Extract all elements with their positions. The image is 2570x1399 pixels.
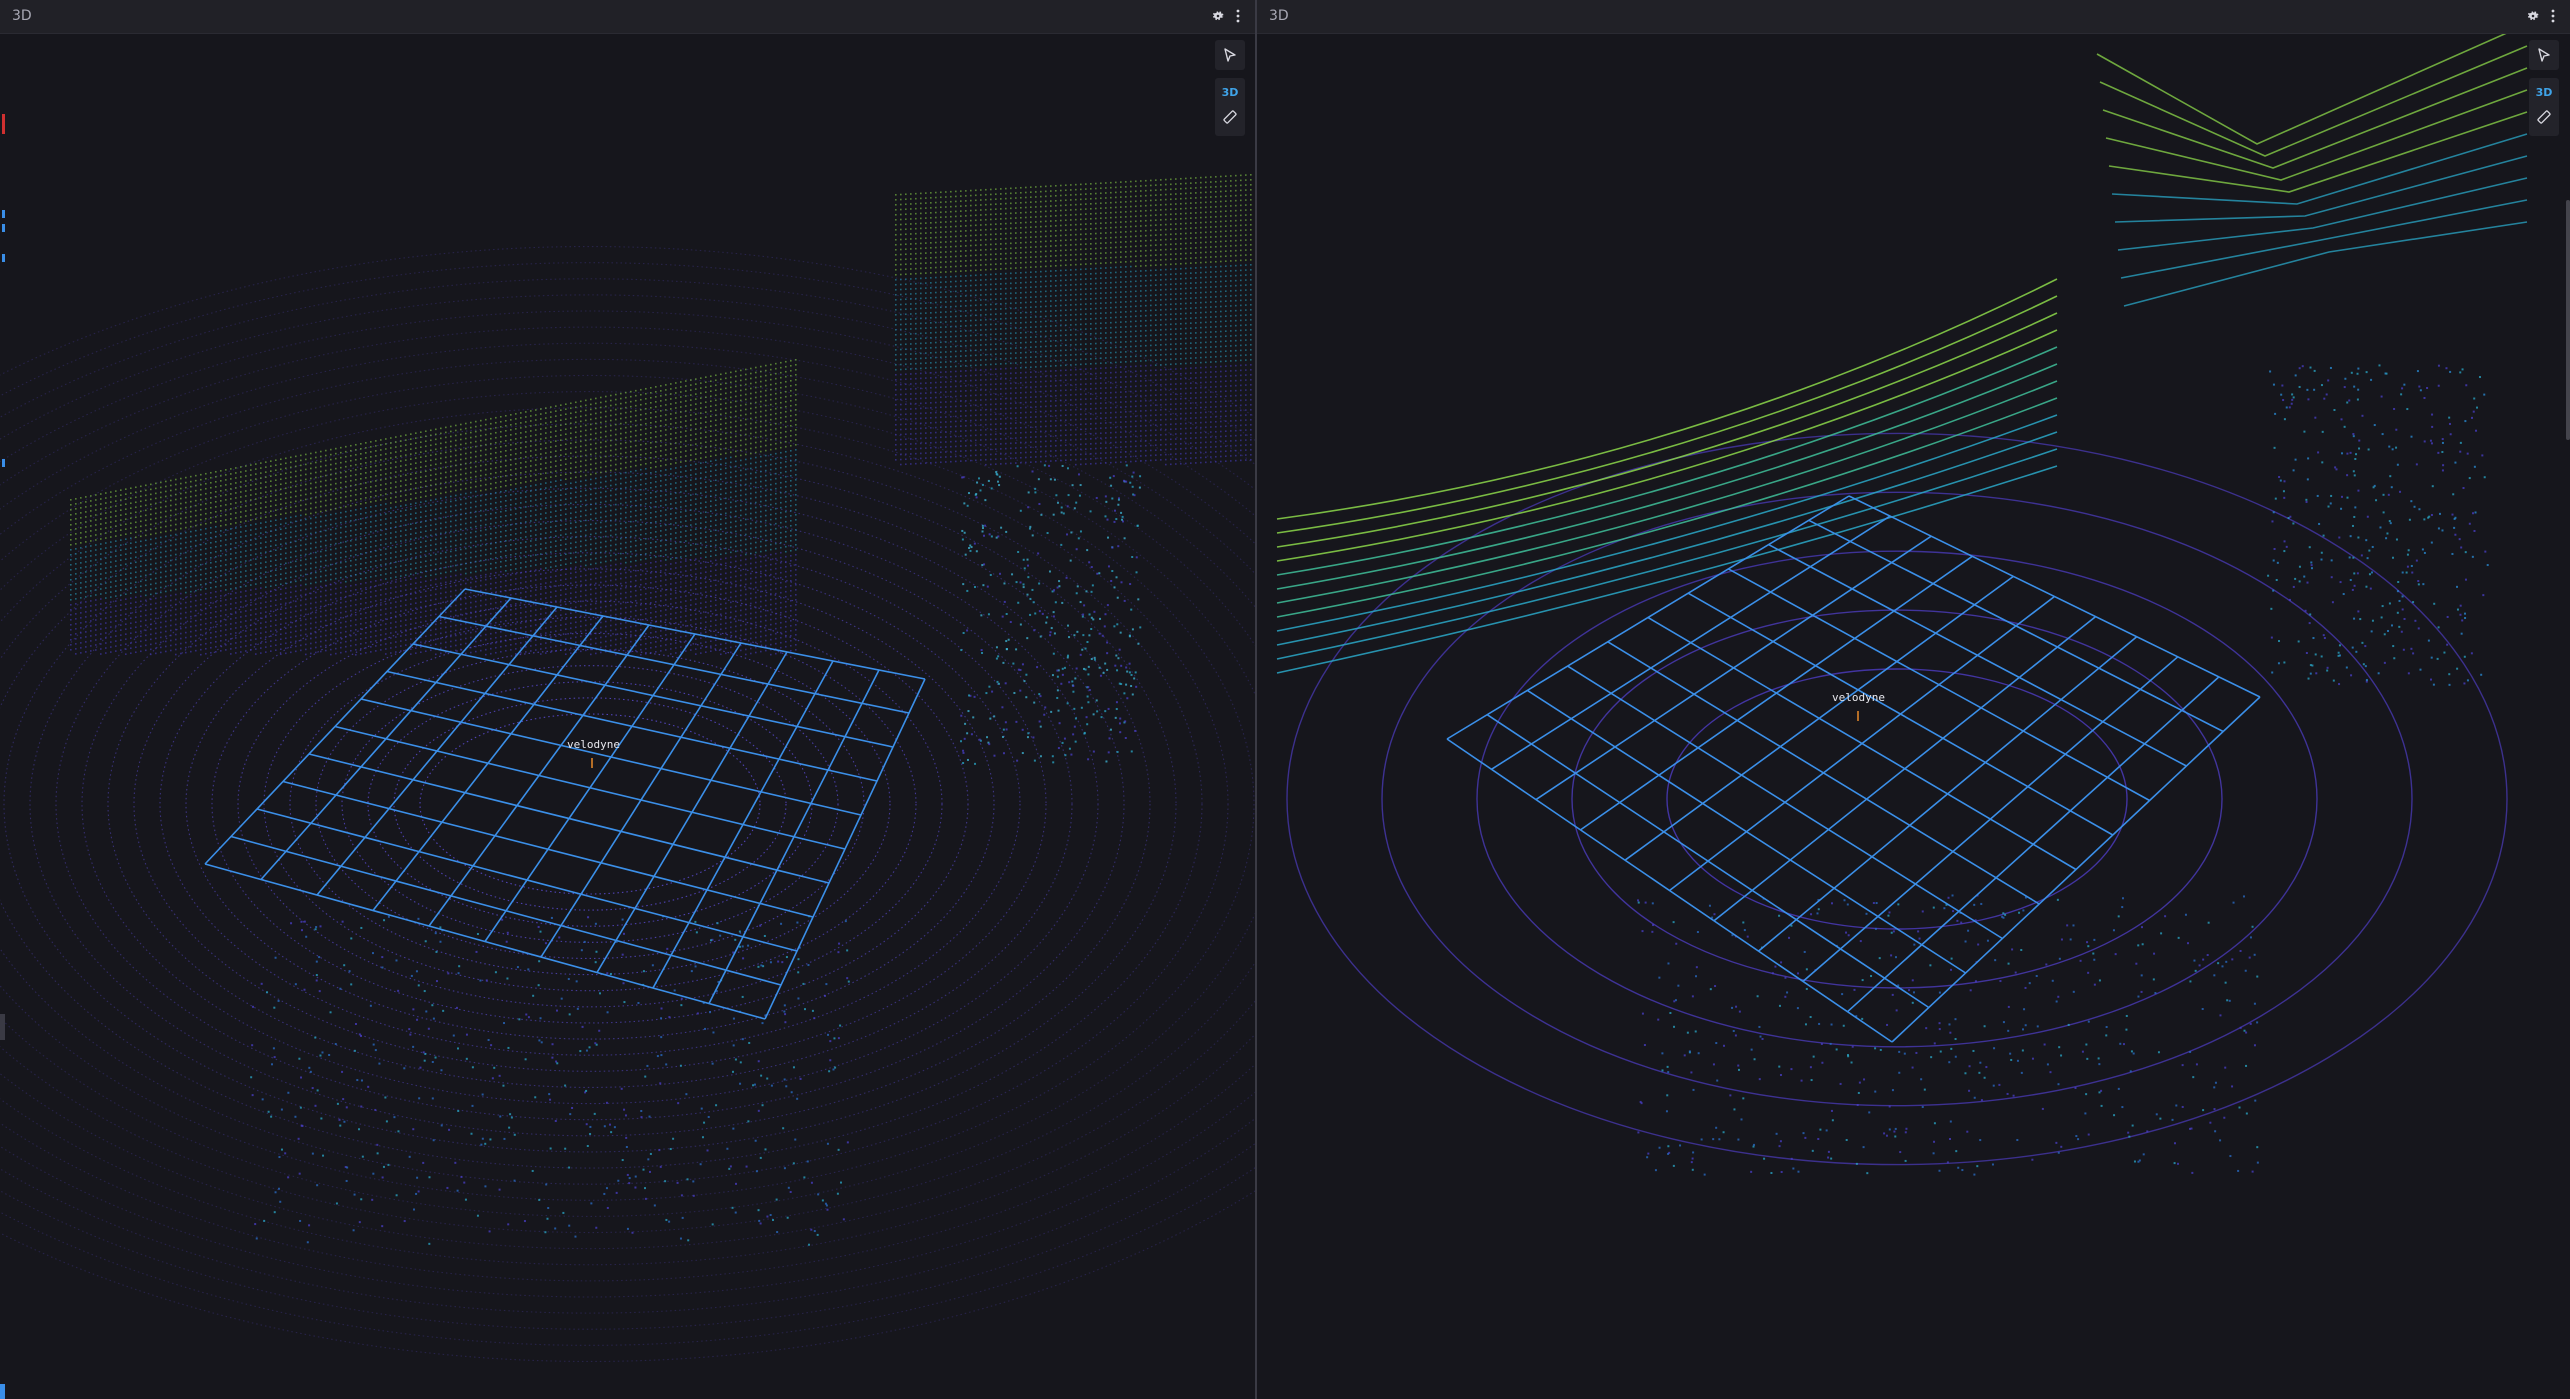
view-mode-group: 3D	[2529, 78, 2559, 136]
panel-title: 3D	[1269, 8, 1289, 24]
left-3d-panel: 3D velodyne 3D	[0, 0, 1255, 1399]
3d-viewport[interactable]: velodyne	[1257, 34, 2570, 1399]
view-mode-toggle[interactable]: 3D	[1222, 86, 1239, 99]
select-tool-button[interactable]	[2529, 40, 2559, 70]
3d-viewport[interactable]: velodyne	[0, 34, 1255, 1399]
panel-titlebar: 3D	[1257, 0, 2570, 34]
point-cloud-scene[interactable]	[1257, 34, 2570, 1399]
ruler-icon[interactable]	[2536, 109, 2552, 129]
lidar-scan-rings	[0, 246, 1255, 1362]
viewport-toolbar: 3D	[2529, 40, 2559, 136]
more-vertical-icon[interactable]	[1228, 6, 1248, 26]
gear-icon[interactable]	[2523, 6, 2543, 26]
ground-object-points	[250, 915, 850, 1246]
ruler-icon[interactable]	[1222, 109, 1238, 129]
viewport-toolbar: 3D	[1215, 40, 1245, 136]
panel-title: 3D	[12, 8, 32, 24]
select-cursor-icon	[2538, 48, 2550, 62]
view-mode-group: 3D	[1215, 78, 1245, 136]
frame-label: velodyne	[1832, 691, 1885, 704]
building-wall-points	[70, 359, 797, 656]
frame-label: velodyne	[567, 738, 620, 751]
building-corner-points	[895, 174, 1252, 466]
gear-icon[interactable]	[1208, 6, 1228, 26]
panel-titlebar: 3D	[0, 0, 1255, 34]
lidar-scan-rings	[1286, 432, 2508, 1166]
select-tool-button[interactable]	[1215, 40, 1245, 70]
left-edge-markers	[0, 34, 10, 1399]
point-cloud-scene[interactable]	[0, 34, 1255, 1399]
ground-object-points	[1637, 894, 2259, 1176]
right-3d-panel: 3D velodyne 3D	[1257, 0, 2570, 1399]
scrollbar[interactable]	[2566, 200, 2570, 440]
ground-grid	[1446, 495, 2261, 1043]
scan-line-points	[1276, 34, 2528, 674]
view-mode-toggle[interactable]: 3D	[2536, 86, 2553, 99]
more-vertical-icon[interactable]	[2543, 6, 2563, 26]
vegetation-points	[960, 464, 1142, 765]
select-cursor-icon	[1224, 48, 1236, 62]
